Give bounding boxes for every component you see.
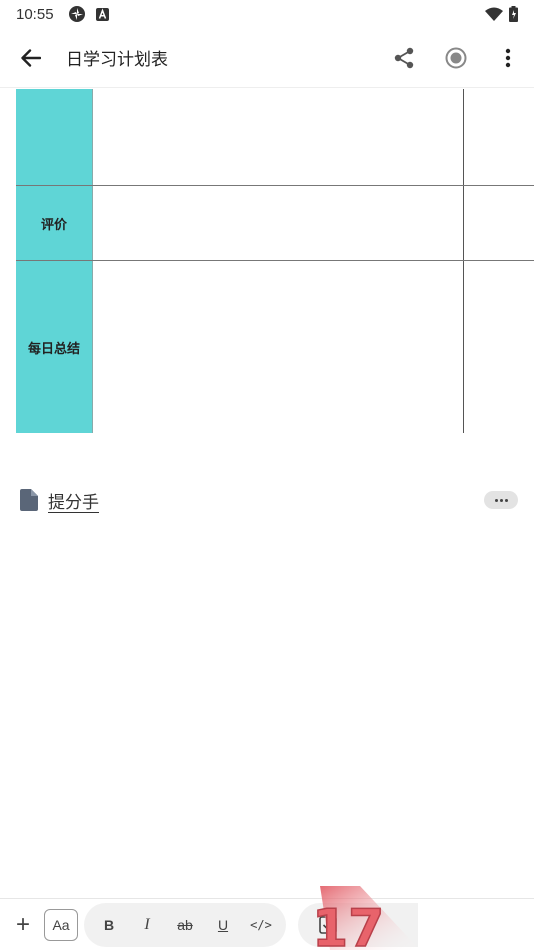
attachment-link[interactable]: 提分手 <box>20 486 518 514</box>
record-icon <box>445 47 467 68</box>
file-icon <box>20 489 38 511</box>
table-row <box>16 89 534 185</box>
italic-button[interactable]: I <box>133 916 161 934</box>
attachment-name[interactable]: 提分手 <box>48 488 99 513</box>
study-plan-table: 评价 每日总结 <box>16 89 534 433</box>
row-header[interactable]: 每日总结 <box>16 261 93 433</box>
battery-icon <box>509 6 518 22</box>
format-toolbar: + Aa B I ab U </> <box>0 898 534 950</box>
app-actions <box>378 28 534 88</box>
svg-text:17: 17 <box>312 899 384 950</box>
status-time: 10:55 <box>16 5 54 23</box>
share-button[interactable] <box>378 28 430 88</box>
more-horiz-icon <box>494 498 498 502</box>
table-cell[interactable] <box>93 261 464 433</box>
row-header[interactable]: 评价 <box>16 186 93 260</box>
wifi-icon <box>485 7 503 21</box>
record-button[interactable] <box>430 28 482 88</box>
pinwheel-icon <box>68 6 85 22</box>
a-badge-icon <box>95 7 109 21</box>
attachment-menu-button[interactable] <box>484 491 518 509</box>
table-row: 每日总结 <box>16 261 534 433</box>
table-cell[interactable] <box>93 89 464 185</box>
more-vert-icon <box>505 48 511 67</box>
font-style-button[interactable]: Aa <box>44 908 78 941</box>
strikethrough-button[interactable]: ab <box>171 917 199 933</box>
status-icons-right <box>485 6 518 22</box>
page-title: 日学习计划表 <box>66 50 168 70</box>
watermark-logo: 17 <box>311 886 420 950</box>
code-button[interactable]: </> <box>247 918 275 932</box>
row-header[interactable] <box>16 89 93 185</box>
app-bar: 日学习计划表 <box>0 28 534 88</box>
share-icon <box>394 47 414 68</box>
table-row: 评价 <box>16 186 534 260</box>
status-icons-left <box>68 5 109 23</box>
table-cell[interactable] <box>464 261 534 433</box>
table-cell[interactable] <box>464 186 534 260</box>
text-format-group: B I ab U </> <box>84 902 286 947</box>
underline-button[interactable]: U <box>209 917 237 933</box>
back-button[interactable] <box>0 28 62 88</box>
arrow-back-icon <box>21 48 41 67</box>
table-cell[interactable] <box>464 89 534 185</box>
status-bar: 10:55 <box>0 0 534 28</box>
more-options-button[interactable] <box>482 28 534 88</box>
add-button[interactable]: + <box>10 905 36 945</box>
bold-button[interactable]: B <box>95 917 123 933</box>
table-cell[interactable] <box>93 186 464 260</box>
